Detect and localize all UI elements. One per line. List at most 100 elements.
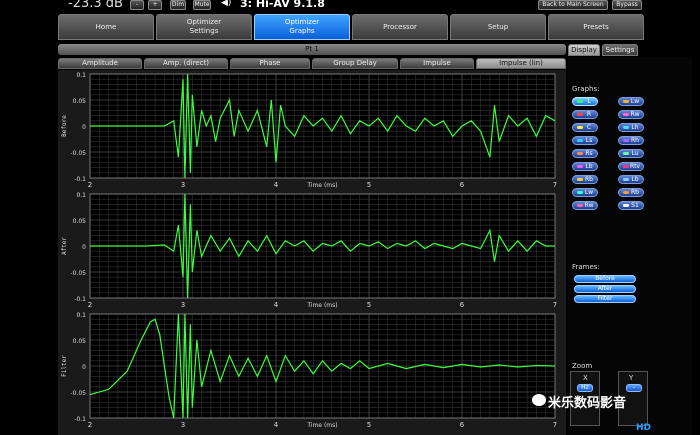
- tab-group-delay[interactable]: Group Delay: [312, 58, 398, 69]
- mute-button[interactable]: Mute: [193, 0, 211, 10]
- speaker-icon: ◀): [221, 0, 232, 8]
- tab-amp-direct[interactable]: Amp. (direct): [144, 58, 228, 69]
- channel-button-lw[interactable]: Lw: [572, 188, 598, 197]
- x-axis-label: Time (ms): [306, 422, 337, 429]
- zoom-x-button[interactable]: Hz: [577, 384, 593, 392]
- channel-button-rs[interactable]: Rs: [572, 149, 598, 158]
- channel-button-label: Lu: [631, 150, 639, 157]
- channel-button-r[interactable]: R: [572, 110, 598, 119]
- channel-color-swatch: [577, 139, 583, 142]
- channel-button-rb[interactable]: Rb: [572, 175, 598, 184]
- tab-display[interactable]: Display: [568, 44, 600, 56]
- channel-button-lh[interactable]: Lh: [618, 123, 644, 132]
- x-tick-label: 4: [274, 421, 279, 429]
- tab-presets[interactable]: Presets: [548, 14, 644, 40]
- zoom-y-button[interactable]: -: [626, 384, 642, 392]
- volume-down-button[interactable]: -: [130, 0, 144, 10]
- channel-color-swatch: [577, 152, 583, 155]
- channel-button-label: Lb: [585, 163, 593, 170]
- tab-side-settings[interactable]: Settings: [602, 44, 638, 56]
- channel-button-label: Rh: [631, 137, 639, 144]
- x-tick-label: 2: [88, 421, 92, 429]
- tab-optimizer-settings[interactable]: Optimizer Settings: [156, 14, 252, 40]
- side-panel: Graphs: L Lw R Rw C Lh Ls Rh Rs Lu Lb Rtv Rb Lb Lw Rb Rw…: [568, 57, 692, 435]
- zoom-label: Zoom: [572, 362, 593, 370]
- channel-color-swatch: [577, 126, 583, 129]
- channel-button-lb[interactable]: Lb: [618, 175, 644, 184]
- channel-button-lu[interactable]: Lu: [618, 149, 644, 158]
- y-tick-label: 0.05: [73, 218, 87, 225]
- zoom-x-label: X: [583, 374, 588, 382]
- tab-phase[interactable]: Phase: [230, 58, 310, 69]
- channel-color-swatch: [623, 100, 629, 103]
- y-axis-label: Before: [61, 115, 68, 137]
- x-tick-label: 7: [553, 181, 557, 189]
- x-tick-label: 2: [88, 181, 92, 189]
- y-tick-label: 0.05: [73, 98, 87, 105]
- wechat-icon: [532, 394, 546, 406]
- tab-optimizer-graphs[interactable]: Optimizer Graphs: [254, 14, 350, 40]
- channel-color-swatch: [577, 165, 583, 168]
- watermark-hd: HD: [636, 423, 652, 433]
- channel-button-c[interactable]: C: [572, 123, 598, 132]
- channel-color-swatch: [577, 178, 583, 181]
- x-tick-label: 3: [181, 421, 185, 429]
- main-tabs: Home Optimizer Settings Optimizer Graphs…: [58, 14, 700, 40]
- frame-after-button[interactable]: After: [574, 285, 636, 293]
- frame-filter-button[interactable]: Filter: [574, 295, 636, 303]
- volume-up-button[interactable]: +: [148, 0, 162, 10]
- frames-label: Frames:: [572, 263, 600, 271]
- back-to-main-button[interactable]: Back to Main Screen: [538, 0, 608, 10]
- tab-impulse[interactable]: Impulse: [400, 58, 474, 69]
- channel-color-swatch: [623, 139, 629, 142]
- channel-button-label: Rw: [584, 202, 594, 209]
- channel-color-swatch: [623, 152, 629, 155]
- y-tick-label: 0.1: [76, 312, 86, 319]
- channel-button-lw[interactable]: Lw: [618, 97, 644, 106]
- channel-button-label: Lh: [631, 124, 639, 131]
- channel-button-s1[interactable]: S1: [618, 201, 644, 210]
- channel-button-ls[interactable]: Ls: [572, 136, 598, 145]
- channel-button-lb[interactable]: Lb: [572, 162, 598, 171]
- tab-home[interactable]: Home: [58, 14, 154, 40]
- y-tick-label: 0: [82, 244, 86, 251]
- frame-before-button[interactable]: Before: [574, 275, 636, 283]
- x-tick-label: 5: [367, 421, 371, 429]
- tab-amplitude[interactable]: Amplitude: [58, 58, 142, 69]
- volume-readout: -23.3 dB: [68, 0, 123, 11]
- channel-button-rb[interactable]: Rb: [618, 188, 644, 197]
- channel-button-rh[interactable]: Rh: [618, 136, 644, 145]
- tab-processor[interactable]: Processor: [352, 14, 448, 40]
- x-tick-label: 6: [460, 301, 465, 309]
- x-tick-label: 3: [181, 301, 185, 309]
- x-axis-label: Time (ms): [306, 302, 337, 309]
- channel-button-rw[interactable]: Rw: [572, 201, 598, 210]
- dim-button[interactable]: Dim: [170, 0, 186, 10]
- x-tick-label: 6: [460, 421, 465, 429]
- top-bar: -23.3 dB - + Dim Mute ◀) 3: Hi-AV 9.1.8 …: [0, 0, 700, 12]
- channel-button-label: Rb: [585, 176, 593, 183]
- channel-button-rw[interactable]: Rw: [618, 110, 644, 119]
- x-tick-label: 5: [367, 181, 371, 189]
- y-tick-label: 0.1: [76, 192, 86, 199]
- channel-button-label: Rs: [585, 150, 593, 157]
- x-tick-label: 5: [367, 301, 371, 309]
- channel-color-swatch: [623, 165, 629, 168]
- x-tick-label: 7: [553, 301, 557, 309]
- channel-color-swatch: [577, 113, 583, 116]
- channel-color-swatch: [623, 126, 629, 129]
- channel-color-swatch: [577, 191, 583, 194]
- channel-button-rtv[interactable]: Rtv: [618, 162, 644, 171]
- x-axis-label: Time (ms): [306, 182, 337, 189]
- bypass-button[interactable]: Bypass: [612, 0, 642, 10]
- y-tick-label: 0.1: [76, 72, 86, 79]
- y-tick-label: 0: [82, 124, 86, 131]
- channel-button-label: R: [586, 111, 592, 118]
- x-tick-label: 7: [553, 421, 557, 429]
- y-axis-label: Filter: [61, 355, 68, 377]
- x-tick-label: 6: [460, 181, 465, 189]
- tab-impulse-lin[interactable]: Impulse (lin): [476, 58, 566, 69]
- channel-button-l[interactable]: L: [572, 97, 598, 106]
- preset-name: 3: Hi-AV 9.1.8: [240, 0, 325, 10]
- tab-setup[interactable]: Setup: [450, 14, 546, 40]
